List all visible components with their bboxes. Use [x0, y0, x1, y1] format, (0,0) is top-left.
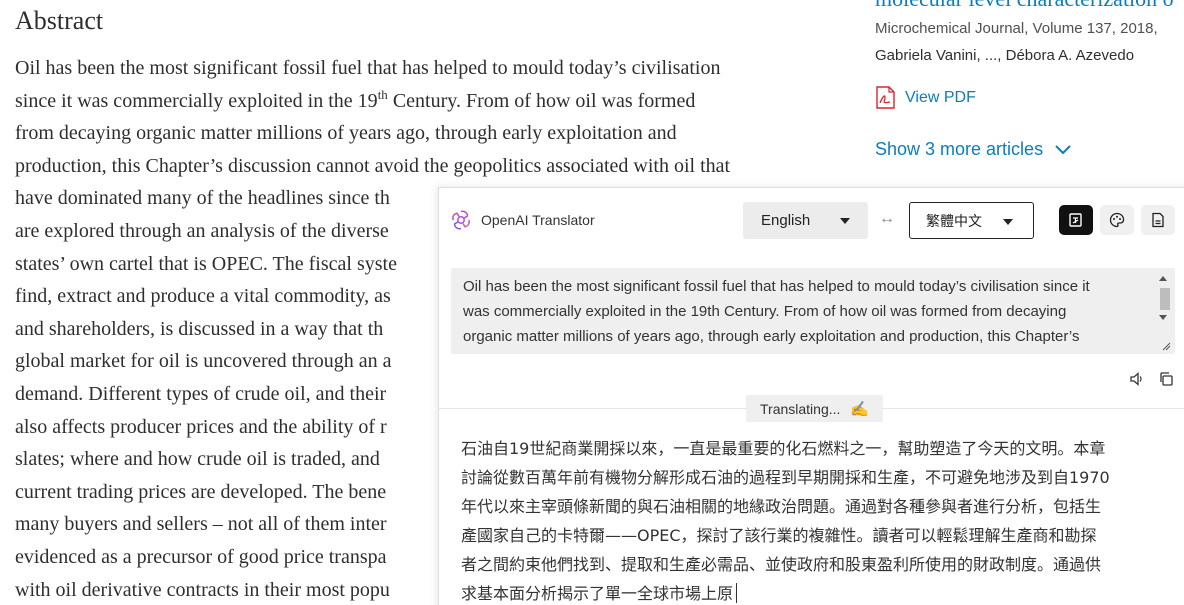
show-more-label: Show 3 more articles: [875, 139, 1044, 159]
abstract-line: from decaying organic matter millions of…: [15, 122, 677, 145]
superscript: th: [377, 86, 388, 102]
speaker-icon[interactable]: [1129, 371, 1145, 387]
translation-output: 石油自19世紀商業開採以來，一直是最重要的化石燃料之一，幫助塑造了今天的文明。本…: [461, 434, 1171, 605]
text-cursor: [736, 583, 738, 603]
copy-icon[interactable]: [1158, 371, 1174, 387]
openai-logo-icon: [452, 210, 470, 230]
source-text-line: was commercially exploited in the 19th C…: [463, 303, 1067, 320]
view-pdf-label: View PDF: [905, 88, 976, 106]
abstract-text: Century. From of how oil was formed: [387, 89, 696, 112]
pdf-file-icon: [876, 86, 895, 109]
translating-status-badge: Translating... ✍: [746, 395, 884, 422]
chevron-down-icon: [1055, 144, 1071, 154]
caret-down-icon: [1003, 219, 1013, 225]
target-language-value: 繁體中文: [926, 212, 982, 229]
translation-line: 求基本面分析揭示了單一全球市場上原: [461, 579, 1171, 605]
source-language-select[interactable]: English: [743, 202, 868, 239]
caret-down-icon: [840, 218, 850, 224]
translation-line: 討論從數百萬年前有機物分解形成石油的過程到早期開採和生產，不可避免地涉及到自19…: [461, 468, 1110, 487]
show-more-articles-button[interactable]: Show 3 more articles: [875, 139, 1071, 160]
translation-line: 石油自19世紀商業開採以來，一直是最重要的化石燃料之一，幫助塑造了今天的文明。本…: [461, 439, 1106, 458]
translation-line: 年代以來主宰頭條新聞的與石油相關的地緣政治問題。通過對各種參與者進行分析，包括生: [461, 497, 1102, 516]
writing-hand-icon: ✍: [850, 400, 870, 418]
scroll-up-arrow-icon[interactable]: [1159, 276, 1167, 281]
scrollbar-thumb[interactable]: [1160, 288, 1170, 310]
theme-button[interactable]: [1100, 205, 1134, 235]
abstract-line: since it was commercially exploited in t…: [15, 85, 845, 118]
file-icon: [1152, 212, 1164, 228]
scroll-down-arrow-icon[interactable]: [1159, 315, 1167, 320]
translation-line: 產國家自己的卡特爾——OPEC，探討了該行業的複雜性。讀者可以輕鬆理解生產商和勘…: [461, 526, 1097, 545]
document-translate-icon: [1069, 213, 1082, 227]
abstract-line: production, this Chapter’s discussion ca…: [15, 154, 731, 177]
swap-languages-icon[interactable]: ↔: [879, 210, 895, 228]
resize-grip-icon[interactable]: [1162, 342, 1171, 351]
palette-icon: [1109, 212, 1125, 228]
translate-mode-button[interactable]: [1059, 205, 1093, 235]
source-language-value: English: [761, 212, 811, 229]
translator-title: OpenAI Translator: [481, 212, 595, 228]
translator-panel: OpenAI Translator English ↔ 繁體中文 Oil has…: [438, 187, 1184, 605]
translation-line: 者之間約束他們找到、提取和生產必需品、並使政府和股東盈利所使用的財政制度。通過供: [461, 555, 1102, 574]
abstract-text: since it was commercially exploited in t…: [15, 89, 378, 112]
translator-header: OpenAI Translator English ↔ 繁體中文: [439, 188, 1184, 253]
history-button[interactable]: [1141, 205, 1175, 235]
source-text-area[interactable]: Oil has been the most significant fossil…: [451, 268, 1175, 354]
related-article-journal: Microchemical Journal, Volume 137, 2018,: [875, 20, 1158, 37]
translation-text: 求基本面分析揭示了單一全球市場上原: [461, 584, 734, 603]
related-article-title-link[interactable]: molecular level characterization o: [875, 0, 1174, 12]
status-text: Translating...: [760, 400, 841, 417]
related-article-authors: Gabriela Vanini, ..., Débora A. Azevedo: [875, 47, 1135, 64]
abstract-heading: Abstract: [15, 6, 104, 35]
view-pdf-link[interactable]: View PDF: [875, 86, 976, 109]
source-text-line: Oil has been the most significant fossil…: [463, 278, 1090, 295]
source-text-line: organic matter millions of years ago, th…: [463, 328, 1080, 345]
target-language-select[interactable]: 繁體中文: [909, 202, 1034, 239]
abstract-line: Oil has been the most significant fossil…: [15, 57, 721, 79]
